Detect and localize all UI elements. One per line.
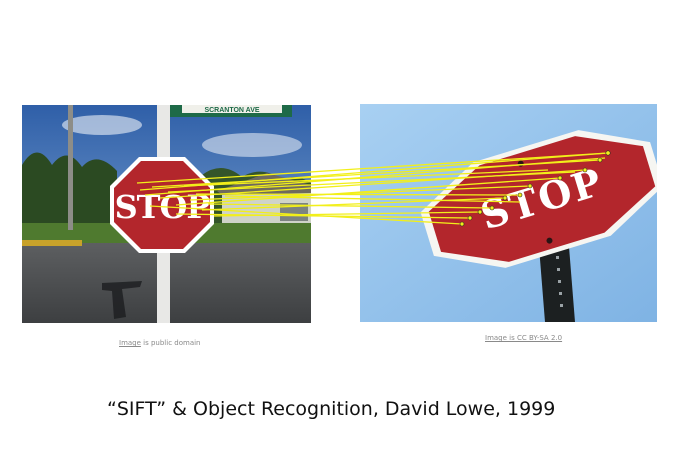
right-image-credit[interactable]: Image is CC BY-SA 2.0 (485, 334, 562, 342)
left-image-credit-text: is public domain (143, 339, 201, 347)
right-stop-sign-photo: STOP (360, 104, 657, 322)
slide-caption: “SIFT” & Object Recognition, David Lowe,… (107, 398, 556, 420)
left-image-credit-link[interactable]: Image (119, 339, 141, 347)
left-stop-sign-photo: SCRANTON AVE STOP (22, 105, 311, 323)
left-image-credit: Image is public domain (119, 339, 201, 347)
stop-sign-text-left: STOP (115, 188, 211, 226)
right-image-credit-link[interactable]: Image is CC BY-SA 2.0 (485, 334, 562, 342)
street-sign-text: SCRANTON AVE (204, 107, 259, 114)
